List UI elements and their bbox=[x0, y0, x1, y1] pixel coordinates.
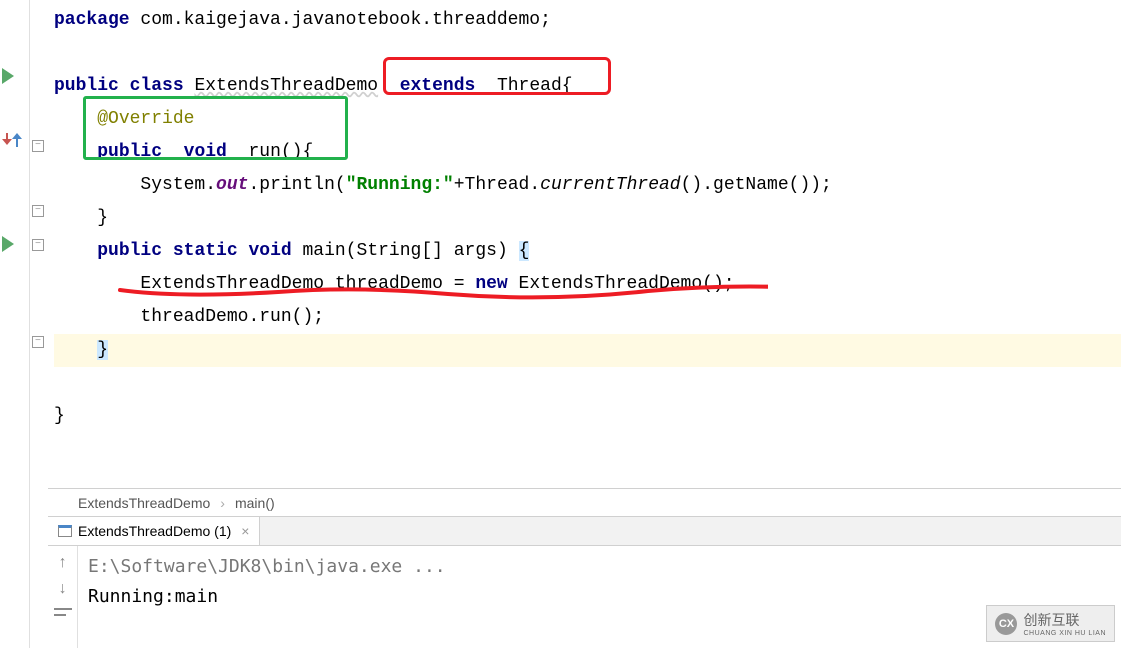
tab-label: ExtendsThreadDemo (1) bbox=[78, 523, 231, 539]
method-main: main bbox=[303, 241, 346, 261]
console-command: E:\Software\JDK8\bin\java.exe ... bbox=[88, 552, 1111, 582]
keyword-void: void bbox=[248, 241, 291, 261]
brace: } bbox=[54, 406, 65, 426]
matched-brace: { bbox=[519, 241, 530, 261]
fold-toggle-icon[interactable]: − bbox=[32, 140, 44, 152]
fold-gutter: − − − − bbox=[30, 0, 48, 648]
brace: } bbox=[97, 208, 108, 228]
string-running: "Running:" bbox=[346, 175, 454, 195]
console-output[interactable]: E:\Software\JDK8\bin\java.exe ... Runnin… bbox=[78, 546, 1121, 648]
console-area: ↑ ↓ E:\Software\JDK8\bin\java.exe ... Ru… bbox=[48, 546, 1121, 648]
brace: { bbox=[302, 142, 313, 162]
matched-brace: } bbox=[97, 340, 108, 360]
breadcrumb-class[interactable]: ExtendsThreadDemo bbox=[78, 495, 210, 511]
var-name: threadDemo bbox=[335, 274, 443, 294]
run-gutter-icon[interactable] bbox=[2, 68, 22, 88]
watermark-subtext: CHUANG XIN HU LIAN bbox=[1023, 630, 1106, 637]
scroll-down-icon[interactable]: ↓ bbox=[54, 580, 72, 598]
keyword-class: class bbox=[130, 76, 184, 96]
brace: { bbox=[562, 76, 573, 96]
keyword-extends: extends bbox=[400, 76, 476, 96]
method-currentthread: currentThread bbox=[540, 175, 680, 195]
main-area: package com.kaigejava.javanotebook.threa… bbox=[48, 0, 1121, 648]
keyword-public: public bbox=[97, 241, 162, 261]
fold-toggle-icon[interactable]: − bbox=[32, 205, 44, 217]
keyword-package: package bbox=[54, 10, 130, 30]
scroll-up-icon[interactable]: ↑ bbox=[54, 554, 72, 572]
ident-system: System bbox=[140, 175, 205, 195]
var-type: ExtendsThreadDemo bbox=[140, 274, 324, 294]
code-editor[interactable]: package com.kaigejava.javanotebook.threa… bbox=[48, 0, 1121, 488]
fold-toggle-icon[interactable]: − bbox=[32, 336, 44, 348]
invoke-run: threadDemo.run(); bbox=[140, 307, 324, 327]
run-tab-bar: ExtendsThreadDemo (1) × bbox=[48, 516, 1121, 546]
watermark: CX 创新互联 CHUANG XIN HU LIAN bbox=[986, 605, 1115, 642]
ctor-call: ExtendsThreadDemo bbox=[519, 274, 703, 294]
editor-gutter bbox=[0, 0, 30, 648]
console-line: Running:main bbox=[88, 582, 1111, 612]
override-down-icon[interactable] bbox=[2, 133, 22, 153]
run-main-icon[interactable] bbox=[2, 236, 22, 256]
run-tab[interactable]: ExtendsThreadDemo (1) × bbox=[48, 517, 260, 545]
class-name: ExtendsThreadDemo bbox=[194, 76, 378, 96]
console-toolbar: ↑ ↓ bbox=[48, 546, 78, 648]
superclass-name: Thread bbox=[497, 76, 562, 96]
keyword-new: new bbox=[475, 274, 507, 294]
method-println: println bbox=[259, 175, 335, 195]
field-out: out bbox=[216, 175, 248, 195]
keyword-public: public bbox=[97, 142, 162, 162]
annotation-override: @Override bbox=[97, 109, 194, 129]
main-params: (String[] args) bbox=[346, 241, 508, 261]
watermark-logo-icon: CX bbox=[995, 613, 1017, 635]
breadcrumb-sep-icon: › bbox=[220, 495, 225, 511]
fold-toggle-icon[interactable]: − bbox=[32, 239, 44, 251]
breadcrumb: ExtendsThreadDemo › main() bbox=[48, 488, 1121, 516]
keyword-static: static bbox=[173, 241, 238, 261]
method-getname: getName bbox=[713, 175, 789, 195]
ident-thread: Thread bbox=[465, 175, 530, 195]
close-icon[interactable]: × bbox=[241, 523, 249, 539]
soft-wrap-icon[interactable] bbox=[54, 606, 72, 624]
watermark-text: 创新互联 bbox=[1023, 610, 1106, 630]
keyword-void: void bbox=[184, 142, 227, 162]
method-run: run bbox=[248, 142, 280, 162]
run-config-icon bbox=[58, 525, 72, 537]
keyword-public: public bbox=[54, 76, 119, 96]
breadcrumb-method[interactable]: main() bbox=[235, 495, 275, 511]
package-path: com.kaigejava.javanotebook.threaddemo; bbox=[130, 10, 551, 30]
